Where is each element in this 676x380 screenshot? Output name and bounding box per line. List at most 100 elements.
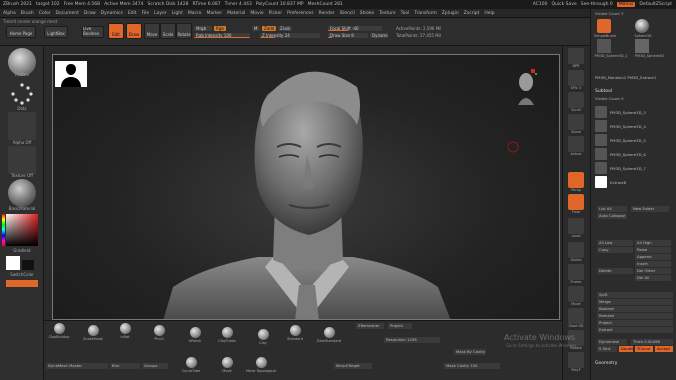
menu-item[interactable]: Texture <box>379 11 395 16</box>
zsub-toggle[interactable]: Zsub <box>278 26 292 31</box>
del-all-button[interactable]: Del All <box>635 275 671 281</box>
focal-shift-slider[interactable]: Focal Shift -40 <box>328 26 382 31</box>
menu-item[interactable]: Movie <box>250 11 263 16</box>
morph-target-button[interactable]: MorphTarget <box>334 363 372 369</box>
local-icon[interactable] <box>568 218 584 234</box>
sculpt-model[interactable] <box>53 55 560 320</box>
spix-icon[interactable] <box>568 70 584 86</box>
move-view-icon[interactable] <box>568 286 584 302</box>
menu-item[interactable]: Layer <box>154 11 167 16</box>
project-button[interactable]: Project <box>388 323 412 329</box>
draw-button[interactable]: Draw <box>126 23 142 39</box>
new-folder-button[interactable]: New Folder <box>631 206 669 212</box>
navigation-cube[interactable] <box>515 69 537 105</box>
brush-snakehook[interactable]: SnakeHook <box>78 325 108 341</box>
polyf-icon[interactable] <box>568 352 584 368</box>
tcorne-toggle[interactable]: TCorne <box>635 346 653 352</box>
alpha-thumb[interactable] <box>8 112 36 140</box>
subtool-item[interactable]: PM3D_Sphere3D_4 <box>595 119 673 133</box>
menu-item[interactable]: Transform <box>414 11 436 16</box>
rgb-intensity-slider[interactable]: Rgb Intensity 100 <box>194 33 250 38</box>
brush-curvetube[interactable]: CurveTube <box>176 357 206 373</box>
brush-claytubes[interactable]: ClayTubes <box>212 327 242 343</box>
accept-button[interactable]: Accept <box>655 346 673 352</box>
tool-thumb-1[interactable] <box>597 19 611 33</box>
document-canvas[interactable] <box>52 54 560 320</box>
menu-item[interactable]: Alpha <box>3 11 16 16</box>
insert-button[interactable]: Insert <box>635 261 671 267</box>
paste-button[interactable]: Paste <box>635 247 671 253</box>
mrgb-toggle[interactable]: Mrgb <box>194 26 212 31</box>
brush-move[interactable]: Move <box>212 357 242 373</box>
menu-item[interactable]: Material <box>227 11 245 16</box>
subtool-item[interactable]: Extract8 <box>595 175 673 189</box>
brush-pinch[interactable]: Pinch <box>144 325 174 341</box>
menu-item[interactable]: Render <box>319 11 335 16</box>
brush-inflat[interactable]: Inflat <box>110 323 140 339</box>
zoom-icon[interactable] <box>568 114 584 130</box>
menu-item[interactable]: Picker <box>269 11 282 16</box>
menus-button[interactable]: Menus <box>616 2 636 7</box>
delete-button[interactable]: Delete <box>597 268 633 274</box>
bpr-icon[interactable] <box>568 48 584 64</box>
brush-clay[interactable]: Clay <box>248 329 278 345</box>
menu-item[interactable]: Zscript <box>464 11 480 16</box>
ui-script-label[interactable]: DefaultZScript <box>639 2 672 7</box>
tool-thumb-2[interactable] <box>635 19 649 33</box>
stroke-thumb[interactable] <box>8 80 36 108</box>
tool-thumb-3[interactable] <box>597 39 611 53</box>
menu-item[interactable]: Document <box>56 11 79 16</box>
m-toggle[interactable]: M <box>252 26 260 31</box>
see-through-slider[interactable]: See-through 0 <box>581 2 613 7</box>
scale-button[interactable]: Scale <box>160 23 176 39</box>
menu-item[interactable]: Help <box>484 11 494 16</box>
menu-item[interactable]: Stencil <box>340 11 355 16</box>
zoom3d-icon[interactable] <box>568 308 584 324</box>
rgb-toggle[interactable]: Rgb <box>214 26 226 31</box>
extract-menu[interactable]: Extract <box>597 327 673 333</box>
material-thumb[interactable] <box>8 179 36 207</box>
menu-item[interactable]: Zplugin <box>442 11 459 16</box>
dynamesh-toggle[interactable]: Dynamesh <box>597 339 627 345</box>
geometry-title[interactable]: Geometry <box>595 361 617 366</box>
subtool-item[interactable]: PM3D_Sphere3D_7 <box>595 161 673 175</box>
remesh-menu[interactable]: Remesh <box>597 313 673 319</box>
menu-item[interactable]: Dynamics <box>101 11 123 16</box>
frame-icon[interactable] <box>568 264 584 280</box>
persp-icon[interactable] <box>568 172 584 188</box>
thick-slider[interactable]: Thick 0.00458 <box>631 339 673 345</box>
menu-item[interactable]: File <box>142 11 150 16</box>
project-menu[interactable]: Project <box>597 320 673 326</box>
switch-color-label[interactable]: SwitchColor <box>0 272 44 277</box>
move-button[interactable]: Move <box>144 23 160 39</box>
menu-item[interactable]: Brush <box>21 11 34 16</box>
alternate-button[interactable] <box>6 280 38 287</box>
main-color-swatch[interactable] <box>6 256 20 270</box>
gizmo-icon[interactable] <box>568 242 584 258</box>
z-intensity-slider[interactable]: Z Intensity 24 <box>260 33 320 38</box>
hue-strip[interactable] <box>2 214 5 246</box>
menu-item[interactable]: Edit <box>128 11 137 16</box>
merge-menu[interactable]: Merge <box>597 299 673 305</box>
floor-icon[interactable] <box>568 194 584 210</box>
subtool-item[interactable]: PM3D_Sphere3D_5 <box>595 133 673 147</box>
color-picker[interactable] <box>6 214 38 246</box>
brush-standard[interactable]: Standard <box>280 325 310 341</box>
menu-item[interactable]: Draw <box>84 11 96 16</box>
dynamesh-master-slider[interactable]: DynaMesh Master <box>46 363 108 369</box>
subtool-item[interactable]: PM3D_Sphere3D_6 <box>595 147 673 161</box>
tool-thumb-4[interactable] <box>635 39 649 53</box>
blur-slider[interactable]: Blur <box>110 363 140 369</box>
resolution-slider[interactable]: Resolution 1258 <box>384 337 440 343</box>
list-all-button[interactable]: List All <box>597 206 627 212</box>
append-button[interactable]: Append <box>635 254 671 260</box>
home-page-button[interactable]: Home Page <box>6 26 36 38</box>
auto-collapse-button[interactable]: Auto Collapse <box>597 213 627 219</box>
menu-item[interactable]: Preferences <box>287 11 313 16</box>
zadd-toggle[interactable]: Zadd <box>262 26 276 31</box>
brush-hpolish[interactable]: hPolish <box>180 327 210 343</box>
texture-thumb[interactable] <box>8 146 36 174</box>
secondary-color-swatch[interactable] <box>22 260 34 270</box>
boolean-menu[interactable]: Boolean <box>597 306 673 312</box>
mask-by-cavity-toggle[interactable]: Mask By Cavity <box>454 349 486 355</box>
